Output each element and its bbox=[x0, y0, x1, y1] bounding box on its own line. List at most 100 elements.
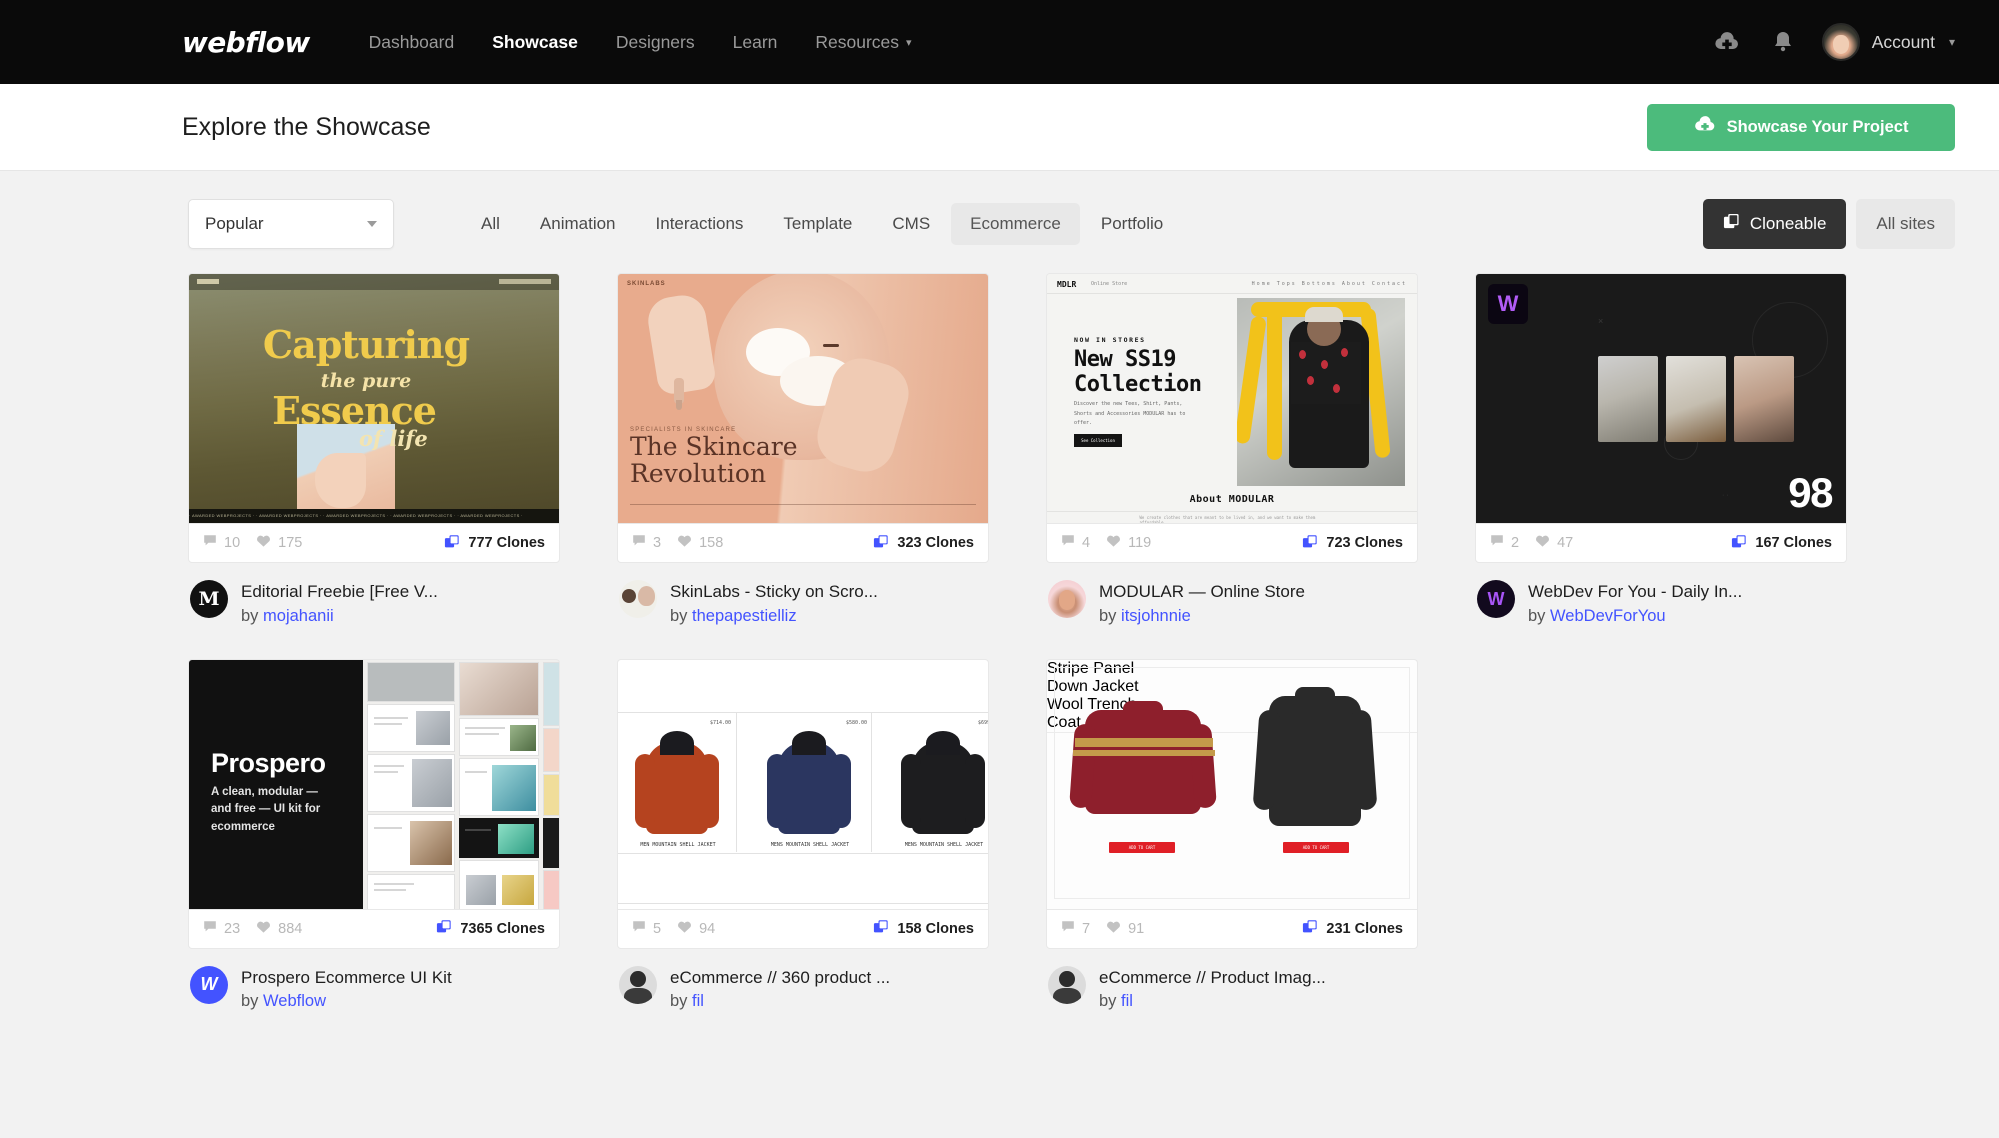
nav-link-showcase[interactable]: Showcase bbox=[473, 22, 597, 63]
author-link[interactable]: thepapestielliz bbox=[692, 607, 797, 625]
project-thumbnail[interactable]: Prospero A clean, modular — and free — U… bbox=[188, 658, 560, 909]
project-thumbnail[interactable]: W × ·· 98 bbox=[1475, 273, 1847, 523]
author-avatar[interactable] bbox=[619, 580, 657, 618]
card-meta: MODULAR — Online Store by itsjohnnie bbox=[1046, 563, 1418, 629]
thumb-dropper-tip bbox=[676, 400, 682, 410]
project-title[interactable]: MODULAR — Online Store bbox=[1099, 580, 1305, 605]
nav-link-learn[interactable]: Learn bbox=[714, 22, 797, 63]
author-link[interactable]: fil bbox=[1121, 992, 1133, 1010]
thumb-hero-image bbox=[1237, 298, 1405, 486]
thumb-title-line1: The Skincare bbox=[630, 432, 798, 461]
nav-link-label: Designers bbox=[615, 31, 695, 52]
thumb-about-heading: About MODULAR bbox=[1189, 494, 1275, 505]
tab-all[interactable]: All bbox=[462, 203, 519, 245]
card-meta: WebDev For You - Daily In... by WebDevFo… bbox=[1475, 563, 1847, 629]
like-count: 47 bbox=[1557, 535, 1574, 551]
add-to-cart-button-1[interactable]: ADD TO CART bbox=[1109, 841, 1175, 853]
showcase-grid: Capturing the pure Essence of life · AWA… bbox=[0, 249, 1999, 1014]
author-line: by WebDevForYou bbox=[1528, 605, 1742, 629]
author-avatar[interactable] bbox=[190, 965, 228, 1004]
project-thumbnail[interactable]: Capturing the pure Essence of life · AWA… bbox=[188, 273, 560, 523]
author-link[interactable]: Webflow bbox=[263, 992, 326, 1010]
tab-template[interactable]: Template bbox=[764, 203, 871, 245]
author-avatar[interactable] bbox=[190, 580, 228, 618]
nav-link-designers[interactable]: Designers bbox=[597, 22, 714, 63]
cloneable-filter-button[interactable]: Cloneable bbox=[1702, 199, 1847, 249]
clone-stat[interactable]: 167 Clones bbox=[1731, 534, 1832, 553]
card-meta-text: Editorial Freebie [Free V... by mojahani… bbox=[241, 580, 438, 629]
nav-link-resources[interactable]: Resources ▾ bbox=[796, 22, 930, 63]
clone-stat[interactable]: 7365 Clones bbox=[436, 919, 545, 938]
author-link[interactable]: itsjohnnie bbox=[1121, 607, 1191, 625]
webflow-logo[interactable]: webflow bbox=[182, 26, 310, 59]
comment-stat: 5 bbox=[632, 920, 661, 938]
project-title[interactable]: Prospero Ecommerce UI Kit bbox=[241, 966, 452, 991]
thumb-logo: MDLR bbox=[1057, 280, 1077, 289]
comment-stat: 10 bbox=[203, 534, 240, 552]
comment-count: 23 bbox=[224, 920, 241, 937]
author-avatar[interactable] bbox=[1477, 580, 1515, 618]
tab-animation[interactable]: Animation bbox=[521, 203, 635, 245]
card-stats: 2 47 167 Clones bbox=[1475, 523, 1847, 563]
project-title[interactable]: eCommerce // 360 product ... bbox=[670, 966, 890, 991]
author-avatar[interactable] bbox=[1048, 965, 1086, 1004]
nav-link-dashboard[interactable]: Dashboard bbox=[350, 22, 474, 63]
by-prefix: by bbox=[670, 606, 688, 625]
bell-icon[interactable] bbox=[1766, 25, 1800, 59]
project-thumbnail[interactable]: Stripe Panel Down Jacket ADD TO CART Woo… bbox=[1046, 658, 1418, 909]
project-title[interactable]: eCommerce // Product Imag... bbox=[1099, 966, 1326, 991]
clone-stat[interactable]: 323 Clones bbox=[873, 534, 974, 553]
author-link[interactable]: mojahanii bbox=[263, 607, 334, 625]
account-menu[interactable]: Account ▾ bbox=[1821, 23, 1955, 61]
by-prefix: by bbox=[241, 992, 259, 1011]
card-meta-text: MODULAR — Online Store by itsjohnnie bbox=[1099, 580, 1305, 629]
add-to-cart-button-2[interactable]: ADD TO CART bbox=[1283, 841, 1349, 853]
clone-count: 158 Clones bbox=[897, 920, 974, 937]
thumb-heading: Prospero bbox=[211, 747, 326, 778]
showcase-card: $714.00 MEN MOUNTAIN SHELL JACKET $580.0… bbox=[617, 658, 989, 1015]
clone-stat[interactable]: 777 Clones bbox=[444, 534, 545, 553]
thumb-cta-button: See Collection bbox=[1074, 434, 1122, 447]
author-link[interactable]: WebDevForYou bbox=[1550, 607, 1666, 625]
tab-portfolio[interactable]: Portfolio bbox=[1082, 203, 1182, 245]
like-stat: 884 bbox=[256, 920, 302, 938]
thumb-footer: We create clothes that are meant to be l… bbox=[1047, 511, 1417, 523]
card-stats: 10 175 777 Clones bbox=[188, 523, 560, 563]
add-to-cart-label-2: ADD TO CART bbox=[1302, 844, 1330, 850]
tab-interactions[interactable]: Interactions bbox=[637, 203, 763, 245]
thumb-person-shirt bbox=[1291, 342, 1361, 404]
project-thumbnail[interactable]: MDLR Online Store Home Tops Bottoms Abou… bbox=[1046, 273, 1418, 523]
tab-ecommerce[interactable]: Ecommerce bbox=[951, 203, 1080, 245]
clone-stat[interactable]: 231 Clones bbox=[1302, 919, 1403, 938]
top-navigation-bar: webflow Dashboard Showcase Designers Lea… bbox=[0, 0, 1999, 84]
comment-count: 7 bbox=[1082, 920, 1091, 937]
project-title[interactable]: WebDev For You - Daily In... bbox=[1528, 580, 1742, 605]
project-title[interactable]: Editorial Freebie [Free V... bbox=[241, 580, 438, 605]
like-stat: 158 bbox=[677, 534, 723, 552]
product-name-3: MENS MOUNTAIN SHELL JACKET bbox=[904, 841, 984, 848]
cloud-plus-icon[interactable] bbox=[1710, 25, 1744, 59]
comment-count: 5 bbox=[653, 920, 662, 937]
page-subheader: Explore the Showcase Showcase Your Proje… bbox=[0, 84, 1999, 171]
comment-stat: 23 bbox=[203, 920, 240, 938]
comment-icon bbox=[632, 534, 646, 552]
showcase-card: MDLR Online Store Home Tops Bottoms Abou… bbox=[1046, 273, 1418, 629]
project-thumbnail[interactable]: SKINLABS SPECIALISTS IN SKINCARE The Ski… bbox=[617, 273, 989, 523]
sort-select[interactable]: Popular bbox=[188, 199, 394, 249]
nav-link-label: Resources bbox=[815, 31, 900, 52]
card-stats: 4 119 723 Clones bbox=[1046, 523, 1418, 563]
thumb-heading: New SS19 Collection bbox=[1074, 347, 1202, 397]
project-title[interactable]: SkinLabs - Sticky on Scro... bbox=[670, 580, 878, 605]
author-avatar[interactable] bbox=[1048, 580, 1086, 618]
showcase-card: W × ·· 98 2 47 167 Clones W WebDev For Y… bbox=[1475, 273, 1847, 629]
showcase-your-project-button[interactable]: Showcase Your Project bbox=[1647, 103, 1955, 151]
tab-cms[interactable]: CMS bbox=[873, 203, 949, 245]
project-thumbnail[interactable]: $714.00 MEN MOUNTAIN SHELL JACKET $580.0… bbox=[617, 658, 989, 909]
clone-stat[interactable]: 723 Clones bbox=[1302, 534, 1403, 553]
author-link[interactable]: fil bbox=[692, 992, 704, 1010]
clone-stat[interactable]: 158 Clones bbox=[873, 919, 974, 938]
all-sites-filter-button[interactable]: All sites bbox=[1856, 199, 1955, 249]
page-title: Explore the Showcase bbox=[182, 112, 431, 141]
heart-icon bbox=[677, 920, 692, 938]
author-avatar[interactable] bbox=[619, 965, 657, 1004]
